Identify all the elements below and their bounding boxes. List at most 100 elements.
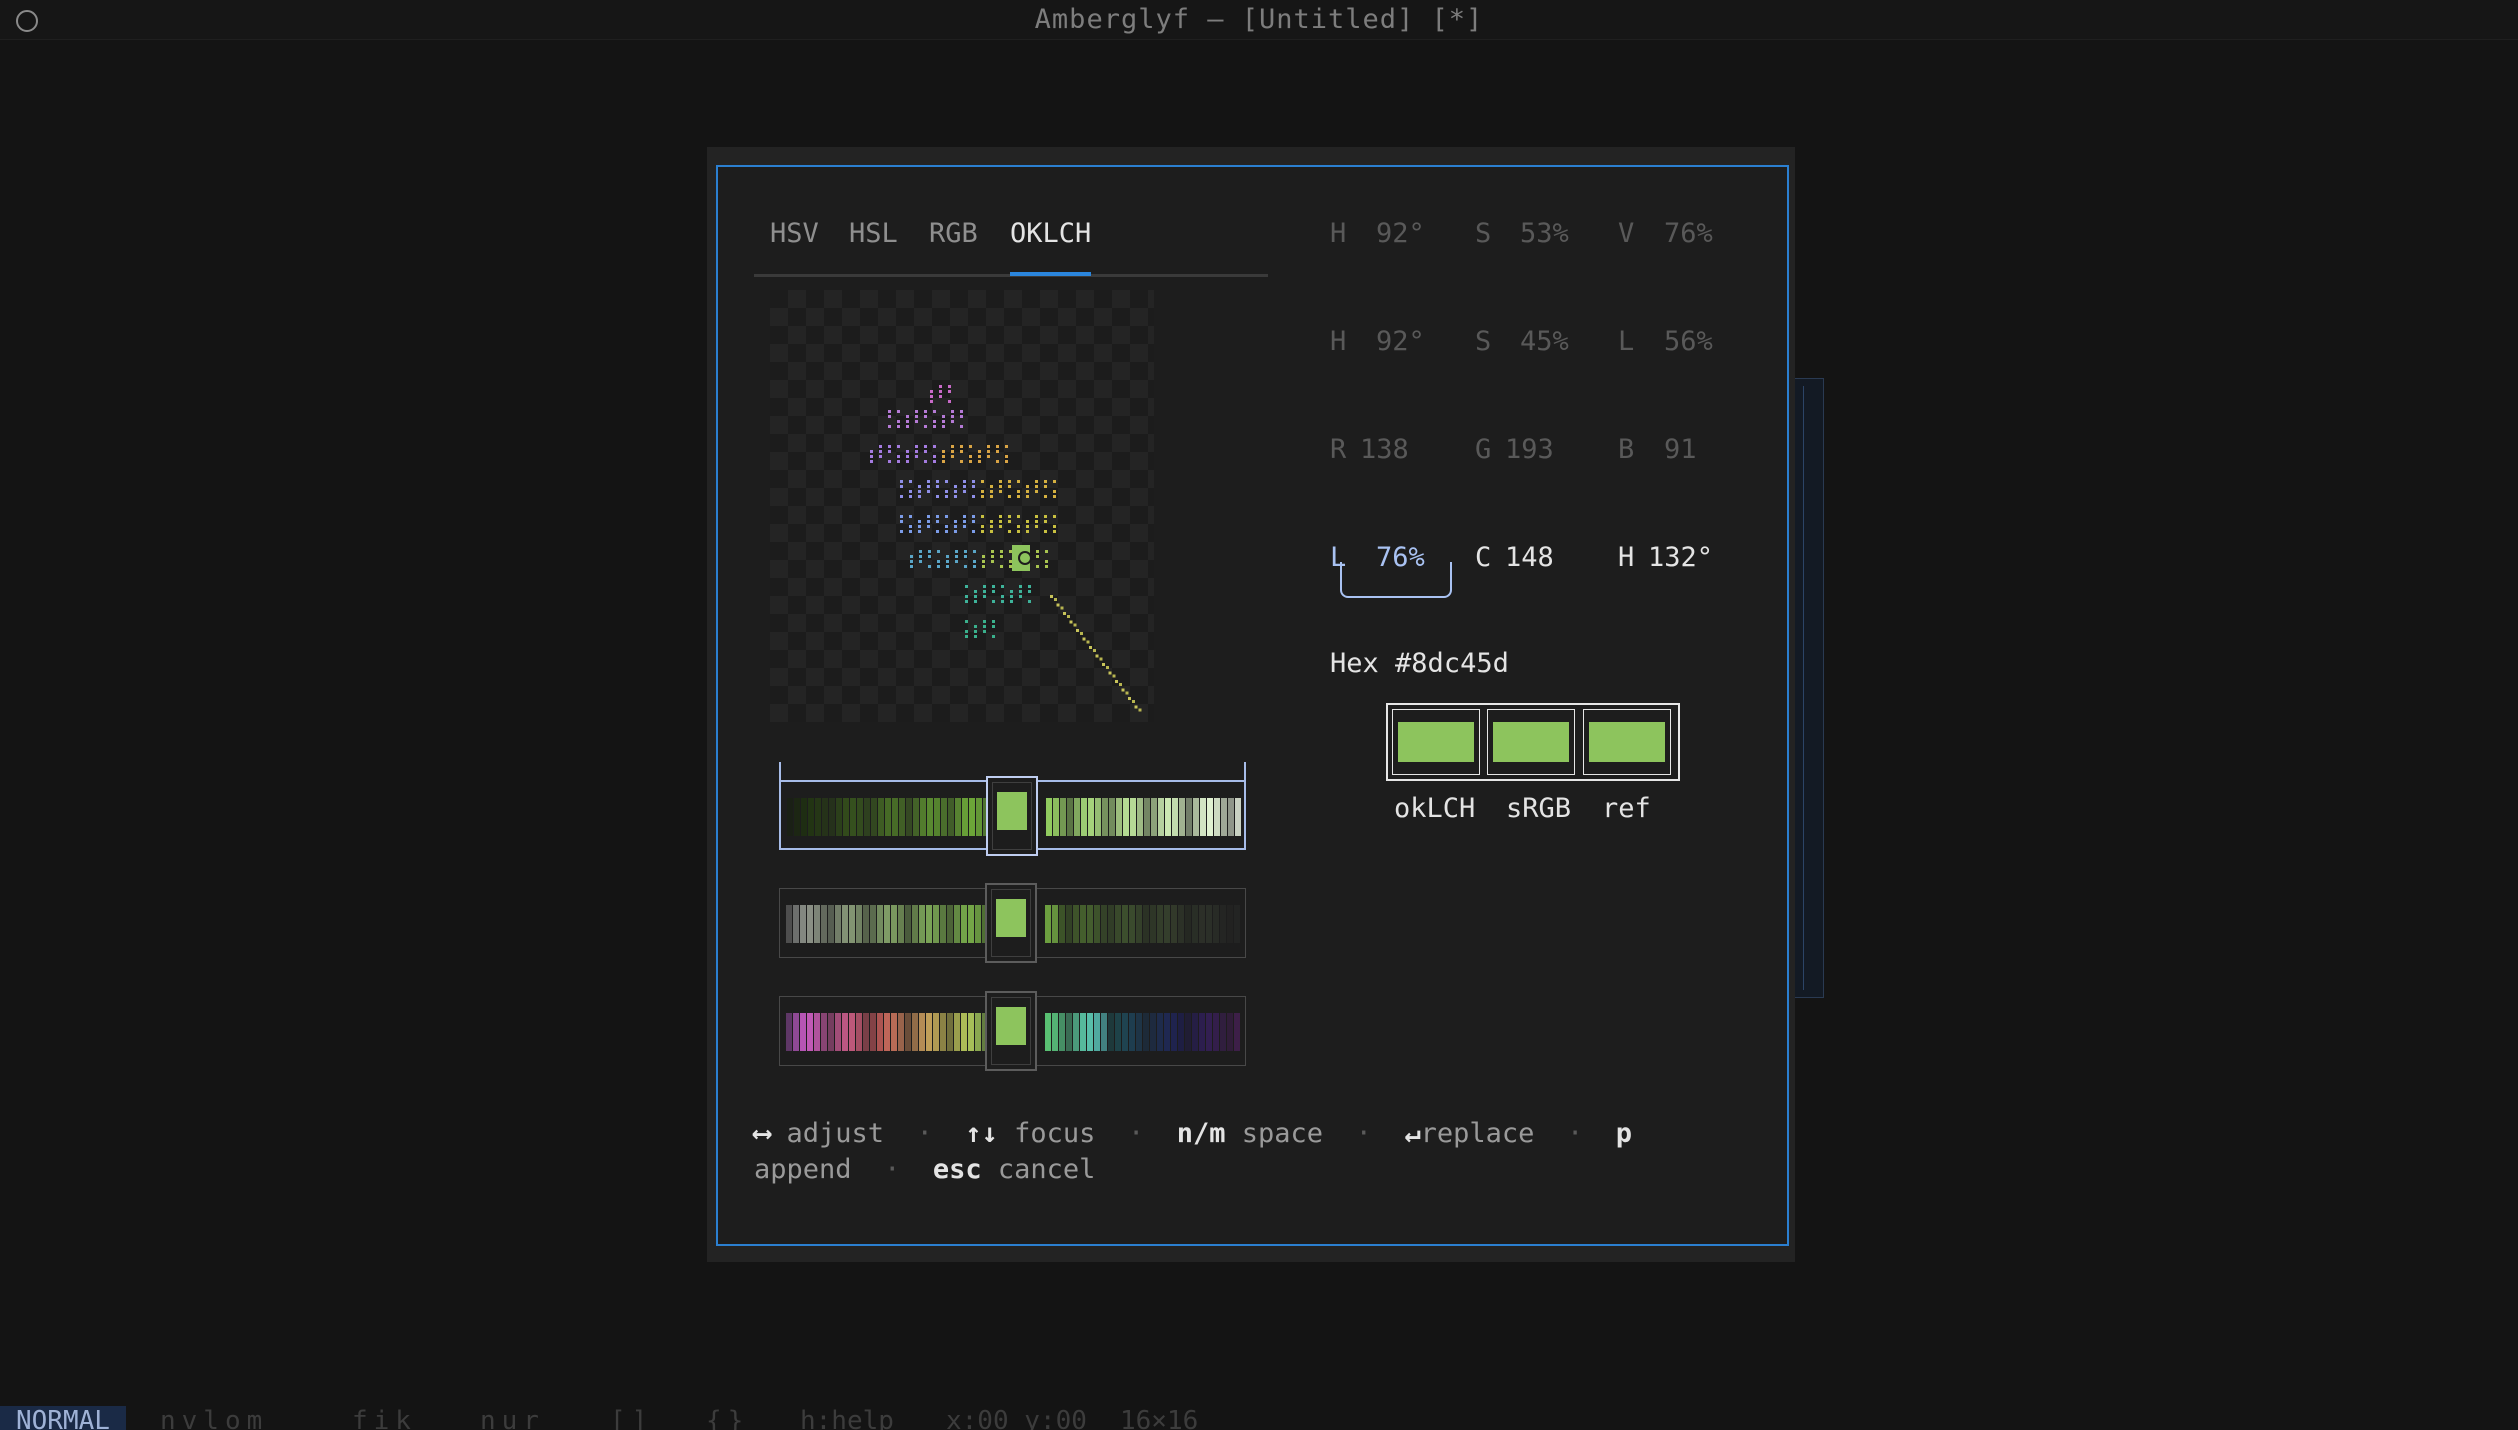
plot-dot xyxy=(1036,565,1039,568)
plot-dot xyxy=(900,520,903,523)
lightness-slider[interactable] xyxy=(779,762,1246,856)
plot-dot xyxy=(909,495,912,498)
plot-dot xyxy=(945,515,948,518)
plot-dot xyxy=(936,515,939,518)
plot-dot xyxy=(951,420,954,423)
plot-dot xyxy=(924,460,927,463)
lightness-handle-swatch xyxy=(997,792,1027,830)
plot-dot xyxy=(1005,460,1008,463)
plot-dot xyxy=(924,450,927,453)
plot-dot xyxy=(942,455,945,458)
chroma-handle[interactable] xyxy=(985,883,1037,963)
plot-dot xyxy=(933,445,936,448)
plot-dot xyxy=(936,530,939,533)
status-tools-2: fik xyxy=(352,1406,417,1430)
tab-hsl[interactable]: HSL xyxy=(849,218,898,249)
plot-dot xyxy=(1005,445,1008,448)
append-key: p xyxy=(1615,1118,1632,1149)
hue-slider[interactable] xyxy=(779,991,1246,1071)
current-color-marker[interactable] xyxy=(1012,545,1030,571)
hex-label: Hex xyxy=(1330,648,1379,679)
plot-dot xyxy=(1026,495,1029,498)
plot-dot xyxy=(942,420,945,423)
hex-value[interactable]: #8dc45d xyxy=(1395,648,1509,679)
chroma-slider[interactable] xyxy=(779,883,1246,963)
plot-dot xyxy=(1001,600,1004,603)
plot-dot xyxy=(996,445,999,448)
swatch-label-ref: ref xyxy=(1602,793,1651,824)
plot-dot xyxy=(897,455,900,458)
plot-dot xyxy=(906,455,909,458)
adjust-key: ⟷ xyxy=(754,1118,771,1149)
plot-dot xyxy=(965,585,968,588)
plot-dot xyxy=(906,420,909,423)
plot-dot xyxy=(942,460,945,463)
plot-dot xyxy=(981,480,984,483)
plot-dot xyxy=(1035,490,1038,493)
plot-dot xyxy=(1017,515,1020,518)
plot-dot xyxy=(1008,530,1011,533)
plot-dot xyxy=(906,460,909,463)
plot-dot xyxy=(960,445,963,448)
plot-dot xyxy=(978,455,981,458)
plot-dot xyxy=(982,565,985,568)
plot-dot xyxy=(955,550,958,553)
plot-dot xyxy=(918,520,921,523)
hue-handle[interactable] xyxy=(985,991,1037,1071)
plot-dot xyxy=(983,625,986,628)
plot-dot xyxy=(1036,555,1039,558)
plot-dot xyxy=(942,425,945,428)
plot-dot xyxy=(937,565,940,568)
plot-dot xyxy=(951,450,954,453)
plot-dot xyxy=(969,460,972,463)
plot-dot xyxy=(951,410,954,413)
plot-dot xyxy=(927,490,930,493)
tab-hsv[interactable]: HSV xyxy=(770,218,819,249)
plot-dot xyxy=(1099,657,1103,661)
plot-dot xyxy=(963,485,966,488)
hex-field[interactable]: Hex #8dc45d xyxy=(1330,648,1509,679)
plot-dot xyxy=(1009,550,1012,553)
plot-dot xyxy=(915,445,918,448)
plot-dot xyxy=(972,480,975,483)
plot-dot xyxy=(992,635,995,638)
plot-dot xyxy=(987,455,990,458)
plot-dot xyxy=(897,425,900,428)
plot-dot xyxy=(981,495,984,498)
plot-dot xyxy=(888,450,891,453)
tab-rgb[interactable]: RGB xyxy=(929,218,978,249)
plot-dot xyxy=(1045,565,1048,568)
space-key: n/m xyxy=(1176,1118,1226,1149)
active-tab-indicator xyxy=(1010,272,1091,276)
plot-dot xyxy=(1010,595,1013,598)
plot-dot xyxy=(897,445,900,448)
plot-dot xyxy=(991,560,994,563)
plot-dot xyxy=(1008,520,1011,523)
plot-dot xyxy=(924,415,927,418)
plot-dot xyxy=(1044,480,1047,483)
plot-dot xyxy=(909,515,912,518)
lightness-handle[interactable] xyxy=(986,776,1038,856)
plot-dot xyxy=(1019,585,1022,588)
plot-dot xyxy=(918,525,921,528)
plot-dot xyxy=(1108,671,1112,675)
plot-dot xyxy=(909,525,912,528)
plot-dot xyxy=(1044,520,1047,523)
plot-dot xyxy=(933,425,936,428)
plot-dot xyxy=(919,555,922,558)
plot-dot xyxy=(1026,530,1029,533)
plot-dot xyxy=(924,445,927,448)
plot-dot xyxy=(972,530,975,533)
plot-dot xyxy=(992,585,995,588)
plot-dot xyxy=(1044,515,1047,518)
plot-dot xyxy=(937,560,940,563)
tab-oklch[interactable]: OKLCH xyxy=(1010,218,1091,249)
plot-dot xyxy=(888,445,891,448)
plot-dot xyxy=(948,385,951,388)
cancel-key: esc xyxy=(932,1154,982,1185)
chroma-hue-plot[interactable] xyxy=(770,290,1154,722)
plot-dot xyxy=(1017,530,1020,533)
plot-dot xyxy=(960,410,963,413)
plot-dot xyxy=(1035,485,1038,488)
plot-dot xyxy=(927,485,930,488)
